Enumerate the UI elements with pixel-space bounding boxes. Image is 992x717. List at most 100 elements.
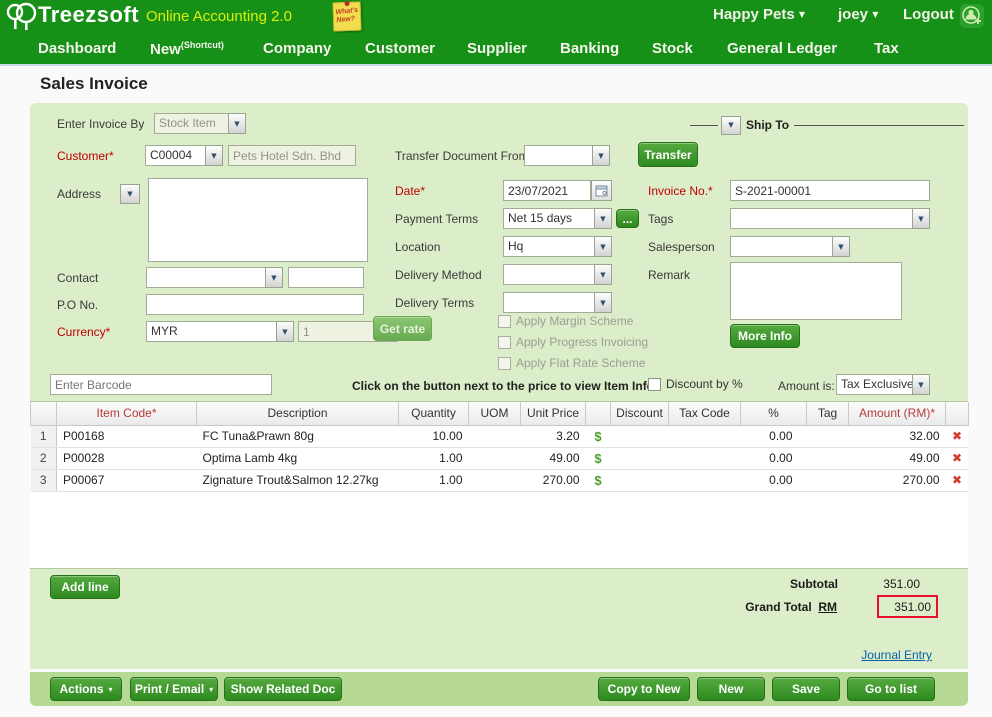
- cell-item-code[interactable]: P00168: [57, 425, 197, 447]
- cell-unit-price[interactable]: 49.00: [521, 447, 586, 469]
- journal-entry-link[interactable]: Journal Entry: [830, 648, 932, 662]
- nav-banking[interactable]: Banking: [560, 40, 619, 57]
- contact-extra-field[interactable]: [288, 267, 364, 288]
- price-info-icon[interactable]: $: [594, 473, 601, 488]
- transfer-document-from-select[interactable]: ▼: [524, 145, 610, 166]
- cell-unit-price[interactable]: 3.20: [521, 425, 586, 447]
- get-rate-button[interactable]: Get rate: [373, 316, 432, 341]
- nav-tax[interactable]: Tax: [874, 40, 899, 57]
- table-row[interactable]: 3 P00067 Zignature Trout&Salmon 12.27kg …: [31, 469, 969, 491]
- enter-invoice-by-select[interactable]: Stock Item▼: [154, 113, 246, 134]
- cell-percent[interactable]: 0.00: [741, 447, 807, 469]
- location-select[interactable]: Hq▼: [503, 236, 612, 257]
- nav-customer[interactable]: Customer: [365, 40, 435, 57]
- col-unit-price: Unit Price: [521, 402, 586, 425]
- cell-item-code[interactable]: P00028: [57, 447, 197, 469]
- actions-button[interactable]: Actions▾: [50, 677, 122, 701]
- more-info-button[interactable]: More Info: [730, 324, 800, 348]
- logout-button[interactable]: Logout: [903, 6, 954, 23]
- nav-stock[interactable]: Stock: [652, 40, 693, 57]
- cell-uom[interactable]: [469, 425, 521, 447]
- remark-textarea[interactable]: [730, 262, 902, 320]
- add-line-button[interactable]: Add line: [50, 575, 120, 599]
- invoice-no-field[interactable]: [730, 180, 930, 201]
- transfer-button[interactable]: Transfer: [638, 142, 698, 167]
- cell-amount[interactable]: 49.00: [849, 447, 946, 469]
- whats-new-note[interactable]: What's New?: [333, 2, 362, 32]
- product-name: Online Accounting 2.0: [146, 8, 292, 25]
- cell-discount[interactable]: [611, 425, 669, 447]
- cell-tax-code[interactable]: [669, 469, 741, 491]
- grand-total-currency[interactable]: RM: [818, 600, 837, 614]
- grand-total-value-box: 351.00: [877, 595, 938, 618]
- delete-row-icon[interactable]: ✖: [952, 429, 962, 443]
- currency-select[interactable]: MYR▼: [146, 321, 294, 342]
- tags-label: Tags: [648, 212, 673, 226]
- apply-margin-scheme-row: Apply Margin Scheme: [498, 314, 633, 328]
- address-select-button[interactable]: ▼: [120, 184, 140, 204]
- new-button[interactable]: New: [697, 677, 765, 701]
- calendar-icon[interactable]: [591, 180, 612, 201]
- cell-item-code[interactable]: P00067: [57, 469, 197, 491]
- salesperson-select[interactable]: ▼: [730, 236, 850, 257]
- cell-tax-code[interactable]: [669, 447, 741, 469]
- show-related-doc-button[interactable]: Show Related Doc: [224, 677, 342, 701]
- cell-percent[interactable]: 0.00: [741, 425, 807, 447]
- table-row[interactable]: 2 P00028 Optima Lamb 4kg 1.00 49.00 $ 0.…: [31, 447, 969, 469]
- apply-margin-scheme-checkbox[interactable]: [498, 315, 511, 328]
- cell-description[interactable]: Zignature Trout&Salmon 12.27kg: [197, 469, 399, 491]
- po-no-field[interactable]: [146, 294, 364, 315]
- go-to-list-button[interactable]: Go to list: [847, 677, 935, 701]
- col-percent: %: [741, 402, 807, 425]
- cell-uom[interactable]: [469, 469, 521, 491]
- nav-new[interactable]: New(Shortcut): [150, 40, 224, 58]
- nav-dashboard[interactable]: Dashboard: [38, 40, 116, 57]
- payment-terms-select[interactable]: Net 15 days▼: [503, 208, 612, 229]
- cell-percent[interactable]: 0.00: [741, 469, 807, 491]
- cell-quantity[interactable]: 1.00: [399, 469, 469, 491]
- table-row[interactable]: 1 P00168 FC Tuna&Prawn 80g 10.00 3.20 $ …: [31, 425, 969, 447]
- delivery-terms-select[interactable]: ▼: [503, 292, 612, 313]
- payment-terms-more-button[interactable]: ...: [616, 209, 639, 228]
- company-menu[interactable]: Happy Pets ▼: [713, 6, 805, 23]
- print-email-button[interactable]: Print / Email▾: [130, 677, 218, 701]
- cell-tax-code[interactable]: [669, 425, 741, 447]
- cell-description[interactable]: FC Tuna&Prawn 80g: [197, 425, 399, 447]
- amount-is-select[interactable]: Tax Exclusive▼: [836, 374, 930, 395]
- user-menu[interactable]: joey ▼: [838, 6, 878, 23]
- cell-discount[interactable]: [611, 469, 669, 491]
- cell-amount[interactable]: 32.00: [849, 425, 946, 447]
- customer-name-field[interactable]: [228, 145, 356, 166]
- save-button[interactable]: Save: [772, 677, 840, 701]
- customer-code-select[interactable]: C00004▼: [145, 145, 223, 166]
- price-info-icon[interactable]: $: [594, 429, 601, 444]
- nav-supplier[interactable]: Supplier: [467, 40, 527, 57]
- address-textarea[interactable]: [148, 178, 368, 262]
- nav-general-ledger[interactable]: General Ledger: [727, 40, 837, 57]
- delivery-method-select[interactable]: ▼: [503, 264, 612, 285]
- tags-select[interactable]: ▼: [730, 208, 930, 229]
- cell-tag[interactable]: [807, 469, 849, 491]
- cell-quantity[interactable]: 10.00: [399, 425, 469, 447]
- delete-row-icon[interactable]: ✖: [952, 473, 962, 487]
- apply-progress-invoicing-checkbox[interactable]: [498, 336, 511, 349]
- cell-discount[interactable]: [611, 447, 669, 469]
- cell-tag[interactable]: [807, 447, 849, 469]
- add-user-icon[interactable]: [960, 4, 984, 33]
- apply-flat-rate-checkbox[interactable]: [498, 357, 511, 370]
- nav-company[interactable]: Company: [263, 40, 331, 57]
- contact-select[interactable]: ▼: [146, 267, 283, 288]
- cell-quantity[interactable]: 1.00: [399, 447, 469, 469]
- cell-description[interactable]: Optima Lamb 4kg: [197, 447, 399, 469]
- delete-row-icon[interactable]: ✖: [952, 451, 962, 465]
- barcode-input[interactable]: [50, 374, 272, 395]
- date-field[interactable]: [503, 180, 591, 201]
- ship-to-toggle[interactable]: ▼: [721, 116, 741, 135]
- cell-uom[interactable]: [469, 447, 521, 469]
- copy-to-new-button[interactable]: Copy to New: [598, 677, 690, 701]
- discount-by-percent-checkbox[interactable]: [648, 378, 661, 391]
- cell-amount[interactable]: 270.00: [849, 469, 946, 491]
- cell-tag[interactable]: [807, 425, 849, 447]
- cell-unit-price[interactable]: 270.00: [521, 469, 586, 491]
- price-info-icon[interactable]: $: [594, 451, 601, 466]
